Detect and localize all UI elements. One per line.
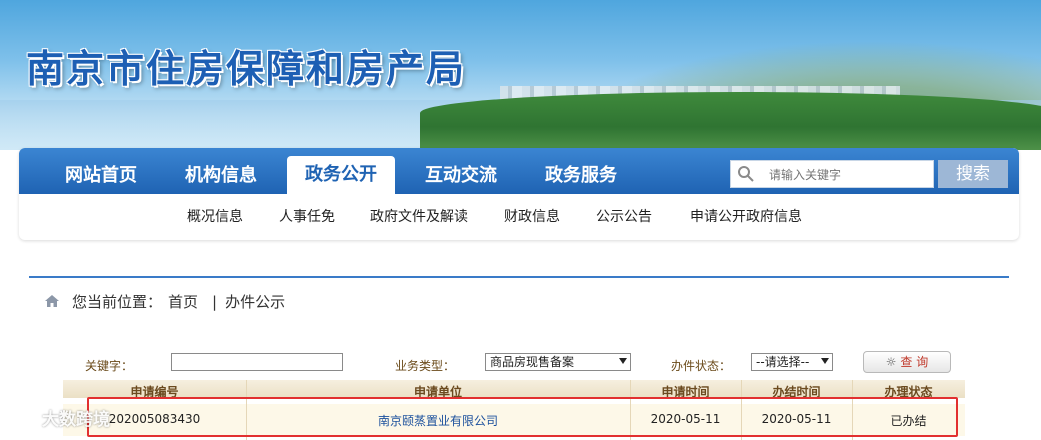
nav-item-government-affairs[interactable]: 政务公开 xyxy=(287,156,395,194)
keyword-label: 关键字： xyxy=(85,359,134,373)
nav-bar: 网站首页 机构信息 政务公开 互动交流 政务服务 搜索 xyxy=(19,148,1019,194)
nav-item-services[interactable]: 政务服务 xyxy=(545,148,617,194)
column-header-apply-date: 申请时间 xyxy=(661,385,710,398)
nav-item-home[interactable]: 网站首页 xyxy=(65,148,137,194)
main-navigation: 网站首页 机构信息 政务公开 互动交流 政务服务 搜索 概况信息 人事任免 政府… xyxy=(19,148,1019,240)
subnav-item-finance[interactable]: 财政信息 xyxy=(504,206,560,226)
status-label: 办件状态： xyxy=(671,359,732,373)
status-value: --请选择-- xyxy=(756,355,810,369)
column-header-application-no: 申请编号 xyxy=(130,385,179,398)
subnav-item-personnel[interactable]: 人事任免 xyxy=(279,206,335,226)
chevron-down-icon xyxy=(821,358,829,364)
highlight-annotation-box xyxy=(87,397,958,437)
subnav-item-overview[interactable]: 概况信息 xyxy=(187,206,243,226)
subnav-item-announcements[interactable]: 公示公告 xyxy=(596,206,652,226)
query-button-label: 查 询 xyxy=(900,355,929,369)
query-button[interactable]: ☼ 查 询 xyxy=(863,351,951,373)
filter-bar: 关键字： 业务类型： 商品房现售备案 办件状态： --请选择-- ☼ 查 询 xyxy=(63,350,965,376)
column-header-finish-date: 办结时间 xyxy=(772,385,821,398)
column-header-applicant: 申请单位 xyxy=(413,385,462,398)
breadcrumb-home-link[interactable]: 首页 xyxy=(168,293,198,311)
breadcrumb-current: 办件公示 xyxy=(225,293,286,311)
search-input[interactable] xyxy=(767,164,931,186)
business-type-label: 业务类型： xyxy=(395,359,456,373)
query-icon: ☼ xyxy=(885,355,897,369)
watermark: 大数跨境 xyxy=(8,405,110,430)
chevron-down-icon xyxy=(619,358,627,364)
site-title: 南京市住房保障和房产局 xyxy=(26,46,467,91)
nav-item-interaction[interactable]: 互动交流 xyxy=(425,148,497,194)
watermark-text: 大数跨境 xyxy=(42,410,110,430)
breadcrumb-prefix: 您当前位置： xyxy=(72,293,163,311)
business-type-value: 商品房现售备案 xyxy=(490,355,575,369)
header-banner: 南京市住房保障和房产局 xyxy=(0,0,1041,150)
breadcrumb-separator: | xyxy=(212,293,218,311)
keyword-input[interactable] xyxy=(171,353,343,371)
watermark-logo-icon xyxy=(10,411,40,426)
sub-navigation: 概况信息 人事任免 政府文件及解读 财政信息 公示公告 申请公开政府信息 xyxy=(19,194,1019,240)
search-box xyxy=(730,160,934,188)
table-header: 申请编号 申请单位 申请时间 办结时间 办理状态 xyxy=(63,380,965,398)
business-type-select[interactable]: 商品房现售备案 xyxy=(485,353,631,371)
subnav-item-documents[interactable]: 政府文件及解读 xyxy=(370,206,468,226)
search-button[interactable]: 搜索 xyxy=(938,160,1008,188)
search-icon xyxy=(738,166,754,182)
banner-trees xyxy=(420,92,1041,150)
nav-item-organization[interactable]: 机构信息 xyxy=(185,148,257,194)
subnav-item-disclosure-request[interactable]: 申请公开政府信息 xyxy=(690,206,802,226)
column-header-status: 办理状态 xyxy=(884,385,933,398)
status-select[interactable]: --请选择-- xyxy=(751,353,833,371)
breadcrumb: 您当前位置： 首页 | 办件公示 xyxy=(44,291,291,312)
home-icon xyxy=(45,295,59,307)
content-divider xyxy=(29,276,1009,278)
